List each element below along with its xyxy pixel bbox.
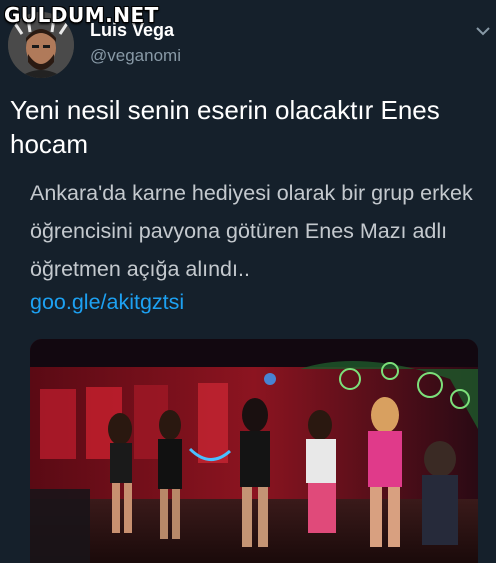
media-image[interactable] xyxy=(30,339,478,563)
quoted-link[interactable]: goo.gle/akitgztsi xyxy=(30,290,184,315)
author-handle[interactable]: @veganomi xyxy=(90,46,181,66)
tweet-text: Yeni nesil senin eserin olacaktır Enes h… xyxy=(10,95,440,159)
nightclub-photo xyxy=(30,339,478,563)
quoted-text: Ankara'da karne hediyesi olarak bir grup… xyxy=(30,181,473,281)
watermark: GULDUM.NET xyxy=(4,3,159,27)
chevron-down-icon[interactable] xyxy=(474,22,492,40)
